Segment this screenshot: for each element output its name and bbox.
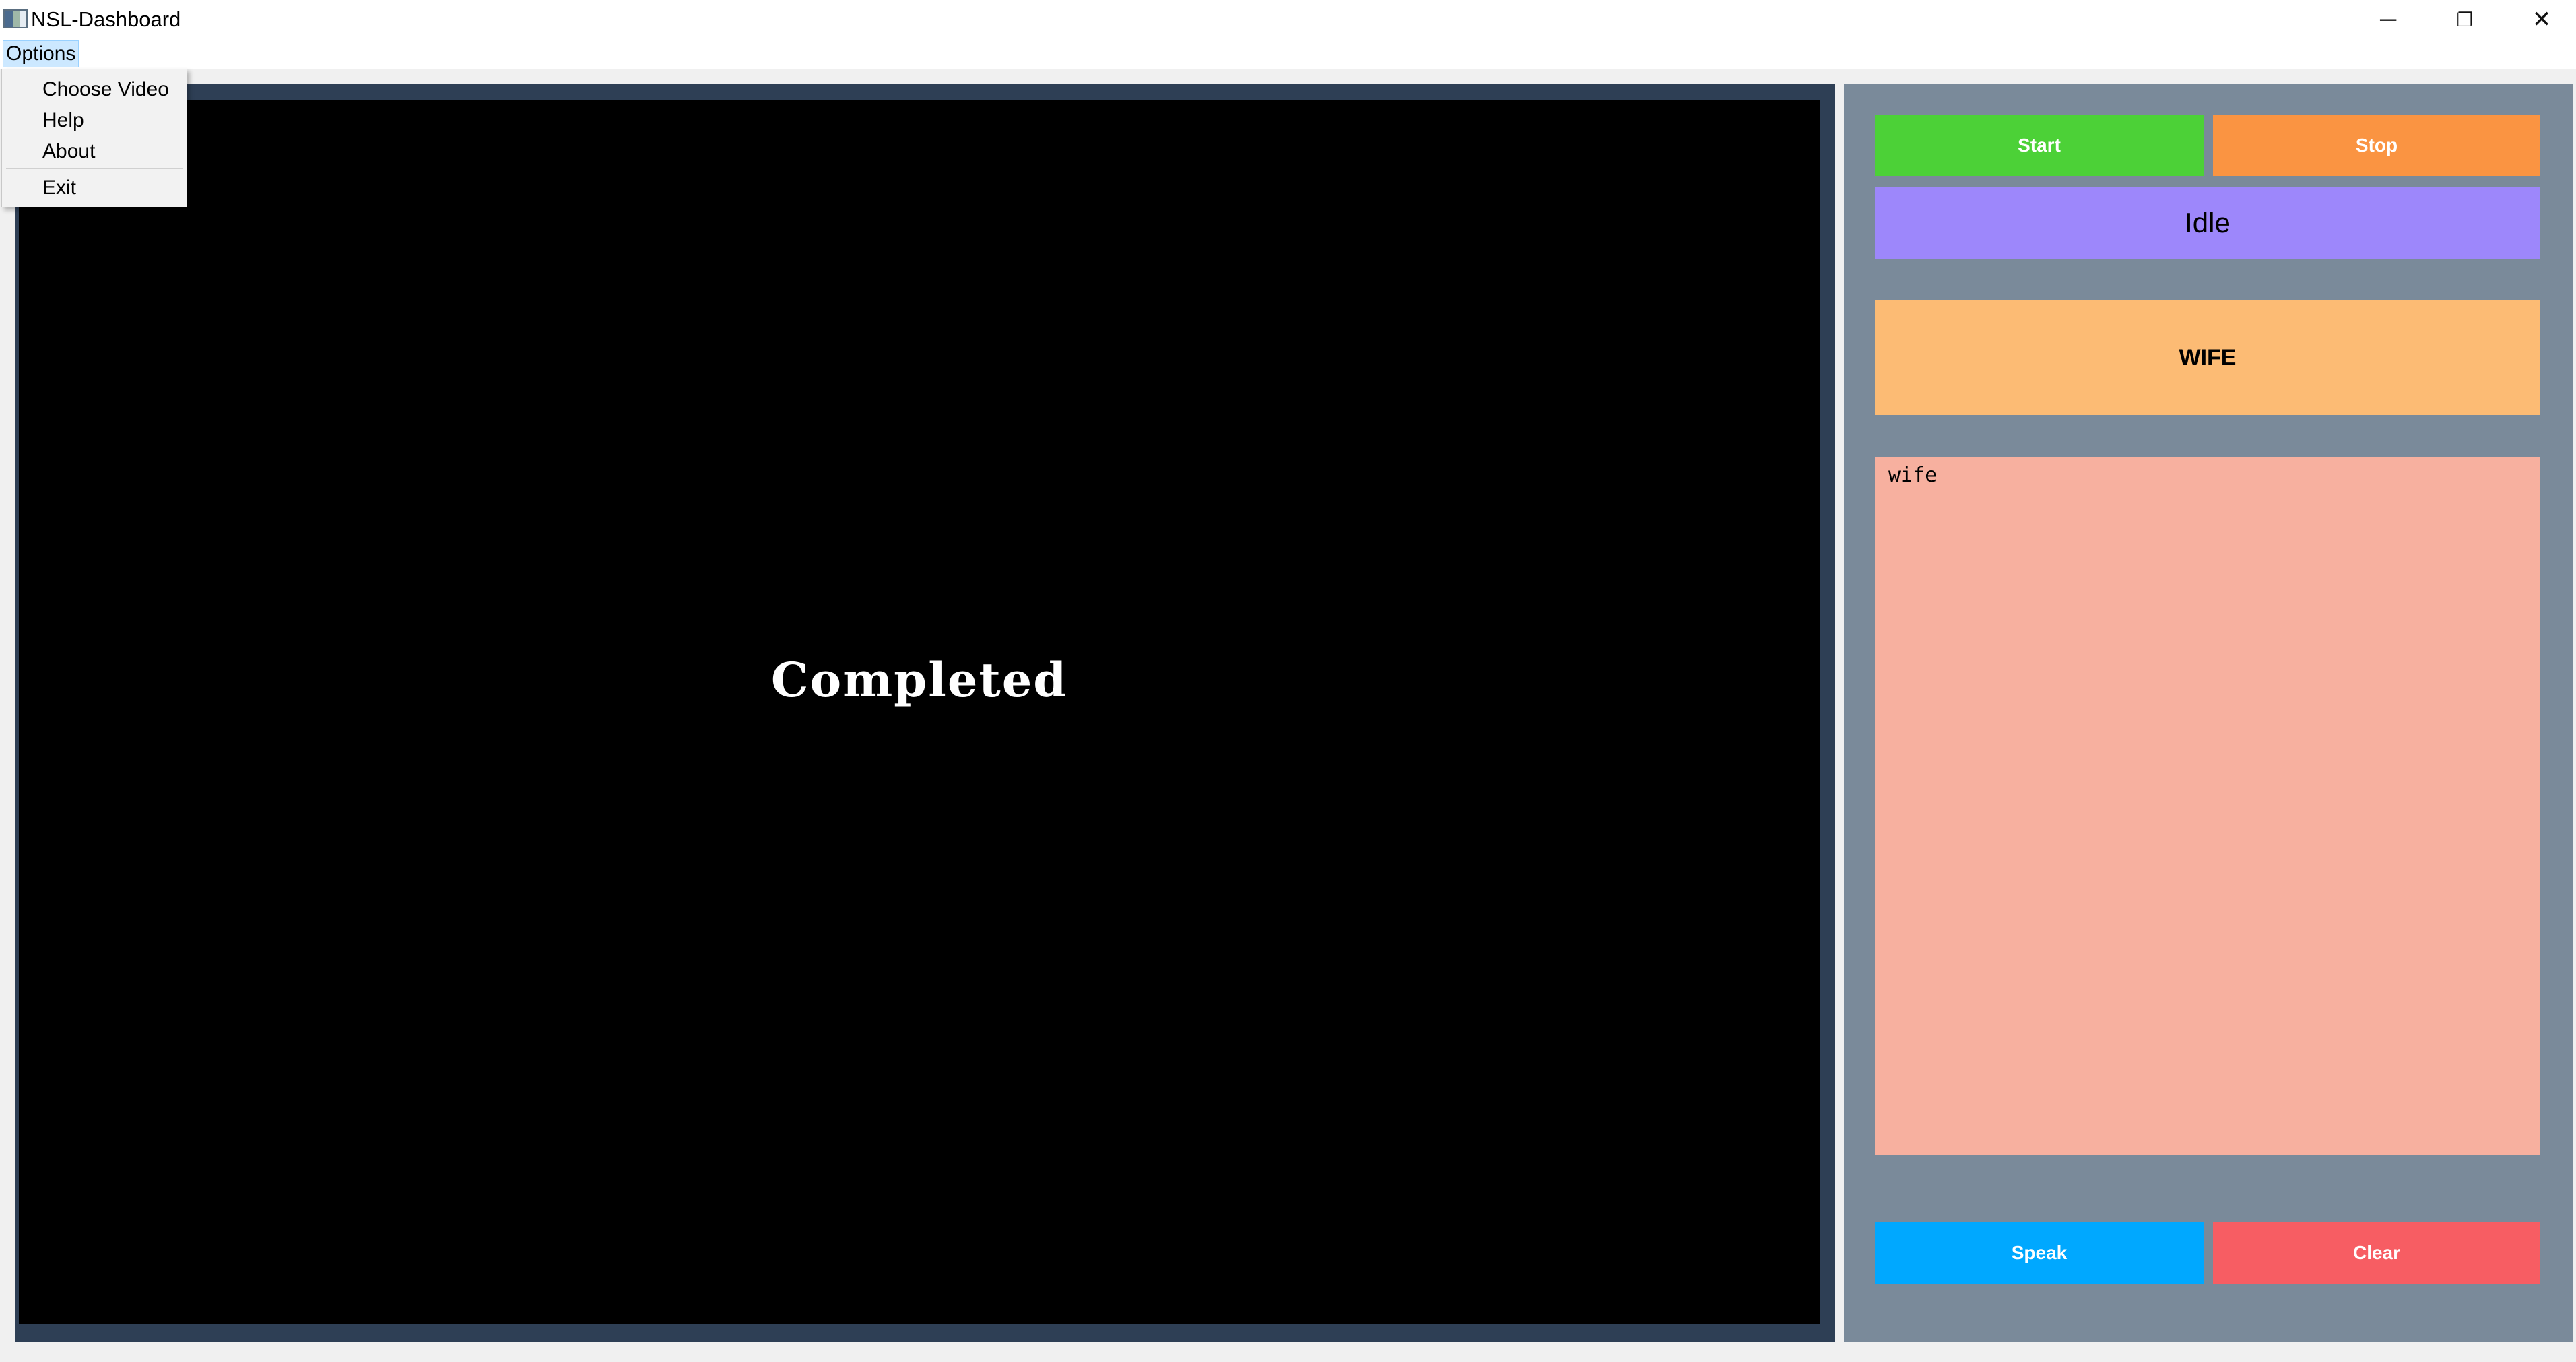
window-title: NSL-Dashboard [31,7,181,31]
video-overlay-text: Completed [770,652,1068,708]
window-bottom-edge [0,1347,2576,1362]
menu-options[interactable]: Options [3,40,79,67]
menu-item-choose-video[interactable]: Choose Video [2,75,187,104]
start-button[interactable]: Start [1875,115,2204,176]
transcript-text-area[interactable]: wife [1875,457,2540,1155]
app-window-icon [3,9,28,28]
menu-separator [6,168,183,169]
close-icon[interactable]: ✕ [2504,0,2576,39]
clear-button[interactable]: Clear [2213,1222,2540,1284]
menu-item-exit[interactable]: Exit [2,173,187,203]
video-display: Completed [19,100,1820,1324]
menu-item-help[interactable]: Help [2,106,187,135]
menu-bar: Options [0,39,2576,69]
stop-button[interactable]: Stop [2213,115,2540,176]
menu-item-about[interactable]: About [2,137,187,166]
restore-icon[interactable]: ❐ [2427,0,2503,39]
options-dropdown-menu: Choose Video Help About Exit [1,69,187,207]
speak-button[interactable]: Speak [1875,1222,2204,1284]
title-bar: NSL-Dashboard ─ ❐ ✕ [0,0,2576,39]
status-label: Idle [1875,187,2540,259]
minimize-icon[interactable]: ─ [2350,0,2426,39]
predicted-word-label: WIFE [1875,300,2540,415]
